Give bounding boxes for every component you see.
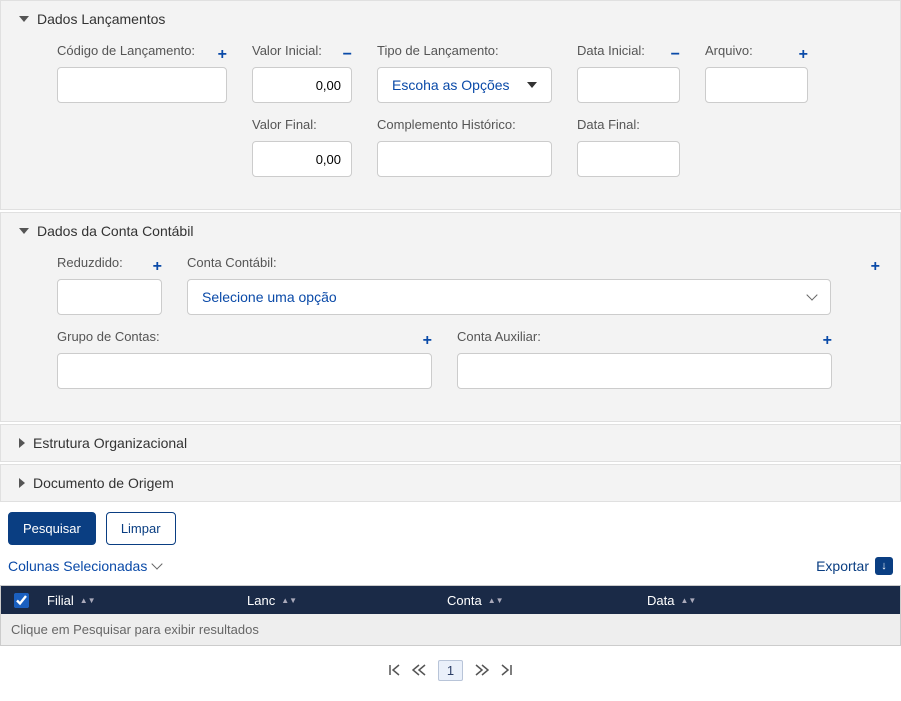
col-data-label: Data [647,593,674,608]
col-filial[interactable]: Filial ▲▼ [41,593,241,608]
data-inicial-label: Data Inicial: [577,43,645,61]
chevron-down-icon [152,558,163,569]
codigo-input[interactable] [57,67,227,103]
conta-contabil-placeholder: Selecione uma opção [202,289,337,305]
complemento-label: Complemento Histórico: [377,117,552,135]
sort-icon: ▲▼ [488,598,504,603]
section-header-estrutura[interactable]: Estrutura Organizacional [1,425,900,461]
section-title-lancamentos: Dados Lançamentos [37,11,165,27]
col-conta[interactable]: Conta ▲▼ [441,593,641,608]
minus-icon[interactable]: − [343,47,352,63]
field-conta-contabil: Conta Contábil: + Selecione uma opção [187,255,880,315]
field-grupo-contas: Grupo de Contas: + [57,329,432,389]
plus-icon[interactable]: + [799,47,808,63]
table-header: Filial ▲▼ Lanc ▲▼ Conta ▲▼ Data ▲▼ [1,586,900,614]
prev-page-button[interactable] [412,663,426,679]
first-page-button[interactable] [388,663,400,679]
section-body-conta: Reduzdido: + Conta Contábil: + Selecione… [1,249,900,421]
valor-inicial-label: Valor Inicial: [252,43,322,61]
colunas-label: Colunas Selecionadas [8,558,147,574]
empty-results-message: Clique em Pesquisar para exibir resultad… [1,614,900,645]
next-page-button[interactable] [475,663,489,679]
plus-icon[interactable]: + [871,259,880,275]
col-data[interactable]: Data ▲▼ [641,593,900,608]
field-valor-final: Valor Final: [252,117,352,177]
limpar-button[interactable]: Limpar [106,512,176,545]
caret-down-icon [19,16,29,22]
field-tipo: Tipo de Lançamento: Escoha as Opções [377,43,552,103]
tipo-select[interactable]: Escoha as Opções [377,67,552,103]
plus-icon[interactable]: + [218,47,227,63]
section-title-estrutura: Estrutura Organizacional [33,435,187,451]
panel-estrutura: Estrutura Organizacional [0,424,901,462]
field-valor-inicial: Valor Inicial: − [252,43,352,103]
chevron-down-icon [806,289,817,300]
field-reduzido: Reduzdido: + [57,255,162,315]
data-inicial-input[interactable] [577,67,680,103]
complemento-input[interactable] [377,141,552,177]
plus-icon[interactable]: + [823,333,832,349]
select-all-cell [1,593,41,608]
panel-documento: Documento de Origem [0,464,901,502]
col-conta-label: Conta [447,593,482,608]
data-final-input[interactable] [577,141,680,177]
export-button[interactable]: Exportar ↓ [816,557,893,575]
field-conta-aux: Conta Auxiliar: + [457,329,832,389]
caret-right-icon [19,438,25,448]
section-header-conta[interactable]: Dados da Conta Contábil [1,213,900,249]
results-table: Filial ▲▼ Lanc ▲▼ Conta ▲▼ Data ▲▼ Cliqu… [0,585,901,646]
conta-aux-input[interactable] [457,353,832,389]
arquivo-input[interactable] [705,67,808,103]
plus-icon[interactable]: + [153,259,162,275]
select-all-checkbox[interactable] [14,593,29,608]
conta-contabil-select[interactable]: Selecione uma opção [187,279,831,315]
pesquisar-button[interactable]: Pesquisar [8,512,96,545]
valor-final-input[interactable] [252,141,352,177]
field-arquivo: Arquivo: + [705,43,808,103]
data-final-label: Data Final: [577,117,680,135]
conta-aux-label: Conta Auxiliar: [457,329,541,347]
arquivo-label: Arquivo: [705,43,753,61]
reduzido-input[interactable] [57,279,162,315]
page-number[interactable]: 1 [438,660,463,681]
reduzido-label: Reduzdido: [57,255,123,273]
colunas-selecionadas-toggle[interactable]: Colunas Selecionadas [8,558,161,574]
conta-contabil-label: Conta Contábil: [187,255,277,273]
export-label: Exportar [816,558,869,574]
minus-icon[interactable]: − [671,47,680,63]
pagination: 1 [0,646,901,701]
panel-lancamentos: Dados Lançamentos Código de Lançamento: … [0,0,901,210]
last-page-button[interactable] [501,663,513,679]
section-title-documento: Documento de Origem [33,475,174,491]
sort-icon: ▲▼ [680,598,696,603]
field-data-final: Data Final: [577,117,680,177]
section-title-conta: Dados da Conta Contábil [37,223,193,239]
valor-inicial-input[interactable] [252,67,352,103]
panel-conta: Dados da Conta Contábil Reduzdido: + Con… [0,212,901,422]
field-complemento: Complemento Histórico: [377,117,552,177]
col-lanc-label: Lanc [247,593,275,608]
action-bar: Pesquisar Limpar [0,504,901,553]
chevron-down-icon [527,82,537,88]
columns-export-bar: Colunas Selecionadas Exportar ↓ [0,553,901,585]
section-header-lancamentos[interactable]: Dados Lançamentos [1,1,900,37]
caret-down-icon [19,228,29,234]
valor-final-label: Valor Final: [252,117,352,135]
tipo-placeholder: Escoha as Opções [392,77,510,93]
col-filial-label: Filial [47,593,74,608]
section-body-lancamentos: Código de Lançamento: + Valor Inicial: −… [1,37,900,209]
field-codigo: Código de Lançamento: + [57,43,227,103]
sort-icon: ▲▼ [80,598,96,603]
codigo-label: Código de Lançamento: [57,43,195,61]
section-header-documento[interactable]: Documento de Origem [1,465,900,501]
field-data-inicial: Data Inicial: − [577,43,680,103]
caret-right-icon [19,478,25,488]
grupo-contas-label: Grupo de Contas: [57,329,160,347]
download-icon: ↓ [875,557,893,575]
grupo-contas-input[interactable] [57,353,432,389]
tipo-label: Tipo de Lançamento: [377,43,499,61]
plus-icon[interactable]: + [423,333,432,349]
col-lanc[interactable]: Lanc ▲▼ [241,593,441,608]
sort-icon: ▲▼ [281,598,297,603]
